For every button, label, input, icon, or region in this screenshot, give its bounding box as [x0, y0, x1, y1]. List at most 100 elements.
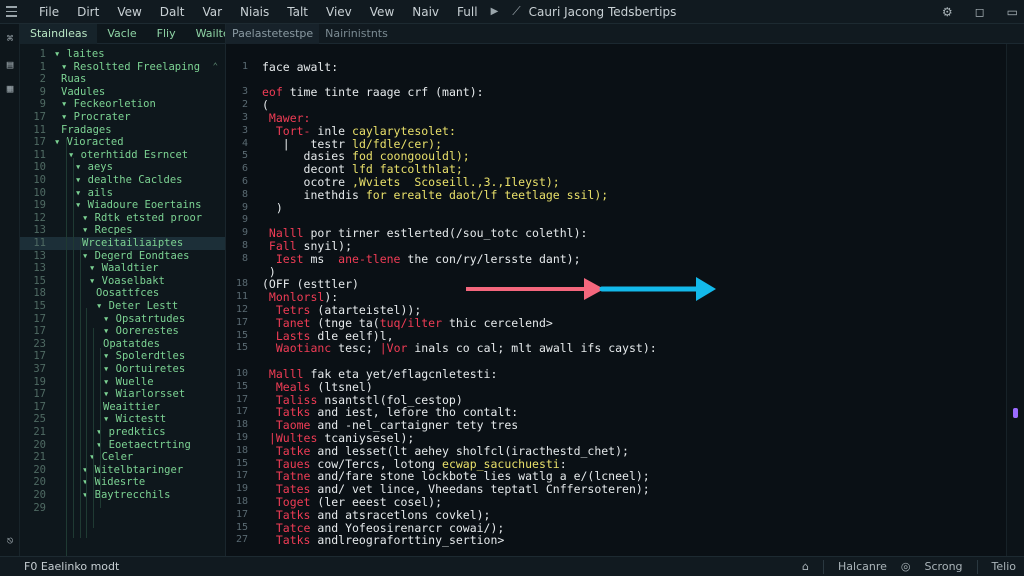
tree-item[interactable]: 20 ▾ Eoetaectrting [20, 438, 225, 452]
minimize-icon[interactable]: ◻ [975, 5, 985, 19]
explorer-icon[interactable]: ⌘ [2, 32, 18, 46]
tree-item[interactable]: 20 ▾ Widesrte [20, 476, 225, 489]
tree-item[interactable]: 19 ▾ Wuelle [20, 376, 225, 389]
menu-item-4[interactable]: Var [193, 5, 231, 19]
tree-item[interactable]: 17 ▾ Opsatrtudes [20, 312, 225, 326]
status-item-2[interactable]: Telio [992, 560, 1016, 573]
tree-line-number: 17 [33, 388, 46, 401]
code-line[interactable]: 8 Iest ms ane-tlene the con/ry/lersste d… [226, 251, 1006, 266]
indent-guide [80, 238, 81, 538]
explorer-tab-3[interactable]: Wailtes [186, 24, 225, 44]
explorer-tab-2[interactable]: Fliy [147, 24, 186, 44]
tree-item[interactable]: 17 ▾ Wiarlorsset [20, 388, 225, 401]
tree-item[interactable]: 20 ▾ Witelbtaringer [20, 464, 225, 477]
tree-item-label: Opatatdes [103, 337, 160, 350]
tree-item[interactable]: 13 ▾ Recpes [20, 224, 225, 237]
settings-icon[interactable]: ⚙ [942, 5, 953, 19]
tree-item[interactable]: 20 ▾ Baytrecchils [20, 489, 225, 502]
code-line[interactable]: 8 inethdis for erealte daot/lf teetlage … [226, 188, 1006, 202]
close-icon[interactable]: ▭ [1007, 5, 1018, 19]
menu-item-10[interactable]: Full [448, 5, 487, 19]
tree-item[interactable]: 19 ▾ Wiadoure Eoertains [20, 199, 225, 212]
tree-item[interactable]: 29 [20, 502, 225, 515]
code-line[interactable]: 27 Tatks andlreograforttiny_sertion> [226, 534, 1006, 547]
tree-item[interactable]: 12 ▾ Rdtk etsted proor [20, 211, 225, 225]
explorer-tab-0[interactable]: Staindleas [20, 24, 98, 44]
hamburger-icon[interactable] [0, 0, 22, 24]
tree-item-label: ▾ oterhtidd Esrncet [68, 148, 189, 161]
tree-item[interactable]: 13 ▾ Waaldtier [20, 262, 225, 275]
tree-item[interactable]: 17 ▾ Oorerestes [20, 325, 225, 338]
menu-item-6[interactable]: Talt [278, 5, 317, 19]
gutter-line-number: 18 [235, 496, 248, 507]
tree-item[interactable]: 17 Weaittier [20, 401, 225, 414]
tree-item[interactable]: 15 ▾ Voaselbakt [20, 275, 225, 288]
tree-item-label: ▾ predktics [96, 426, 166, 438]
indent-guide [86, 308, 87, 538]
code-token: ane-tlene [338, 251, 408, 266]
tree-item[interactable]: 17 ▾ Procrater [20, 111, 225, 124]
gutter-line-number: 19 [235, 432, 248, 443]
tree-item[interactable]: 21 ▾ predktics [20, 426, 225, 439]
tree-line-number: 11 [33, 123, 46, 136]
tree-item-label: ▾ ails [75, 186, 113, 199]
gutter-line-number: 8 [241, 188, 248, 200]
tree-line-number: 11 [33, 148, 46, 161]
menu-item-2[interactable]: Vew [108, 5, 150, 19]
code-content: inethdis for erealte daot/lf teetlage ss… [262, 188, 609, 202]
chevron-up-icon[interactable]: ⌃ [213, 61, 218, 74]
code-line[interactable]: 9 ) [226, 201, 1006, 215]
tree-item[interactable]: 1 ▾ laites [20, 48, 225, 61]
tree-item[interactable]: 10 ▾ aeys [20, 161, 225, 174]
tree-item[interactable]: 17 ▾ Spolerdtles [20, 350, 225, 363]
tree-item[interactable]: 11 Fradages [20, 123, 225, 137]
play-icon[interactable]: ▶ [491, 6, 499, 17]
tree-line-number: 20 [33, 489, 46, 501]
status-item-1[interactable]: Scrong [925, 560, 963, 573]
tree-item[interactable]: 21 ▾ Celer [20, 451, 225, 464]
code-line[interactable] [226, 48, 1006, 61]
tree-item[interactable]: 9 Vadules [20, 86, 225, 99]
tree-item[interactable]: 10 ▾ ails [20, 186, 225, 200]
tree-item-label: ▾ Vioracted [54, 136, 124, 149]
account-icon[interactable]: ⎋ [2, 534, 18, 548]
tree-item[interactable]: 15 ▾ Deter Lestt [20, 300, 225, 313]
editor-tab-1[interactable]: Nairinistnts [319, 24, 394, 44]
bell-icon[interactable]: ⌂ [802, 560, 809, 573]
info-icon[interactable]: ◎ [901, 560, 911, 573]
menu-item-8[interactable]: Vew [361, 5, 403, 19]
tree-item-label: ▾ Rdtk etsted proor [82, 211, 203, 224]
tree-item[interactable]: 13 ▾ Degerd Eondtaes [20, 250, 225, 263]
tree-item[interactable]: 23 Opatatdes [20, 337, 225, 351]
menu-item-3[interactable]: Dalt [151, 5, 194, 19]
tree-item[interactable]: 1 ▾ Resoltted Freelaping ⌃ [20, 60, 225, 74]
tree-item[interactable]: 11 ▾ oterhtidd Esrncet [20, 148, 225, 162]
code-line[interactable]: 2( [226, 99, 1006, 112]
menu-item-0[interactable]: File [30, 5, 68, 19]
menu-item-5[interactable]: Niais [231, 5, 278, 19]
tree-item[interactable]: 11 Wrceitailiaiptes [20, 237, 225, 250]
menu-item-7[interactable]: Viev [317, 5, 361, 19]
code-line[interactable]: 3 eof time tinte raage crf (mant): [226, 86, 1006, 99]
tree-item[interactable]: 25 ▾ Wictestt [20, 413, 225, 426]
explorer-tab-1[interactable]: Vacle [97, 24, 146, 44]
code-line[interactable]: 1 face awalt: [226, 60, 1006, 74]
status-item-0[interactable]: Halcanre [838, 560, 887, 573]
tree-line-number: 20 [33, 438, 46, 451]
tree-item[interactable]: 9 ▾ Feckeorletion [20, 98, 225, 111]
search-icon[interactable]: ▤ [2, 58, 18, 72]
tree-item[interactable]: 18 Oosattfces [20, 287, 225, 300]
tree-line-number: 1 [39, 60, 46, 73]
tree-item[interactable]: 17 ▾ Vioracted [20, 136, 225, 149]
tree-item[interactable]: 37 ▾ Oortuiretes [20, 363, 225, 376]
editor-tab-0[interactable]: Paelastetestpe [226, 23, 320, 44]
vertical-scrollbar[interactable] [1006, 44, 1024, 556]
extensions-icon[interactable]: ▦ [2, 82, 18, 96]
code-token: inals co cal; mlt awall ifs cayst): [414, 341, 657, 356]
menu-item-1[interactable]: Dirt [68, 5, 108, 19]
tree-item[interactable]: 2 Ruas [20, 73, 225, 86]
menu-item-9[interactable]: Naiv [403, 5, 448, 19]
tree-item[interactable]: 10 ▾ dealthe Cacldes [20, 174, 225, 187]
tree-item-label: ▾ Opsatrtudes [103, 312, 186, 325]
code-line[interactable]: 15 Waotianc tesc; |Vor inals co cal; mlt… [226, 342, 1006, 355]
